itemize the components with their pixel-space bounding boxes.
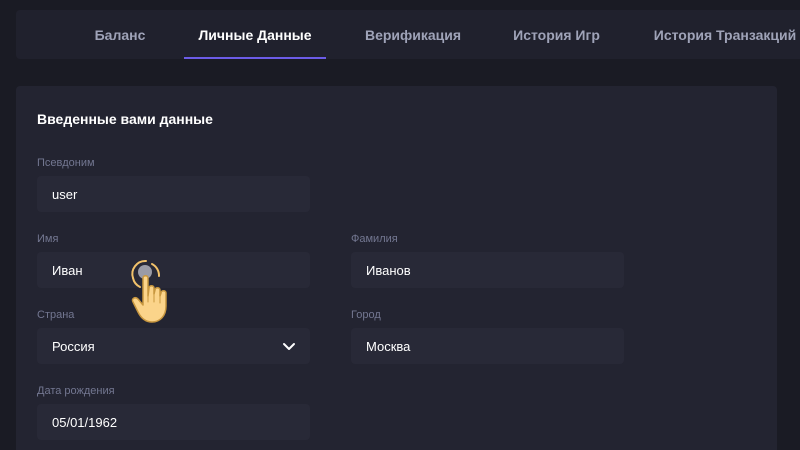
birth-date-field[interactable]: 05/01/1962 (37, 404, 310, 440)
city-value: Москва (366, 338, 411, 354)
card-title: Введенные вами данные (37, 111, 213, 127)
first-name-field[interactable]: Иван (37, 252, 310, 288)
personal-data-card: Введенные вами данные Псевдоним user Имя… (16, 86, 777, 450)
nickname-field[interactable]: user (37, 176, 310, 212)
chevron-down-icon[interactable] (282, 341, 296, 351)
birth-date-value: 05/01/1962 (52, 414, 118, 430)
tab-transaction-history[interactable]: История Транзакций (654, 10, 797, 59)
birth-date-label: Дата рождения (37, 385, 115, 397)
tab-verification[interactable]: Верификация (365, 10, 461, 59)
tab-balance[interactable]: Баланс (95, 10, 146, 59)
city-field[interactable]: Москва (351, 328, 624, 364)
tab-game-history[interactable]: История Игр (513, 10, 600, 59)
last-name-label: Фамилия (351, 233, 398, 245)
country-select[interactable]: Россия (37, 328, 310, 364)
tabs-bar: Баланс Личные Данные Верификация История… (16, 10, 800, 59)
country-label: Страна (37, 309, 75, 321)
nickname-label: Псевдоним (37, 157, 95, 169)
first-name-value: Иван (52, 262, 83, 278)
tab-personal-data[interactable]: Личные Данные (184, 10, 326, 59)
first-name-label: Имя (37, 233, 59, 245)
last-name-field[interactable]: Иванов (351, 252, 624, 288)
country-value: Россия (52, 338, 95, 354)
page: Баланс Личные Данные Верификация История… (0, 0, 800, 450)
nickname-value: user (52, 186, 78, 202)
last-name-value: Иванов (366, 262, 411, 278)
city-label: Город (351, 309, 381, 321)
